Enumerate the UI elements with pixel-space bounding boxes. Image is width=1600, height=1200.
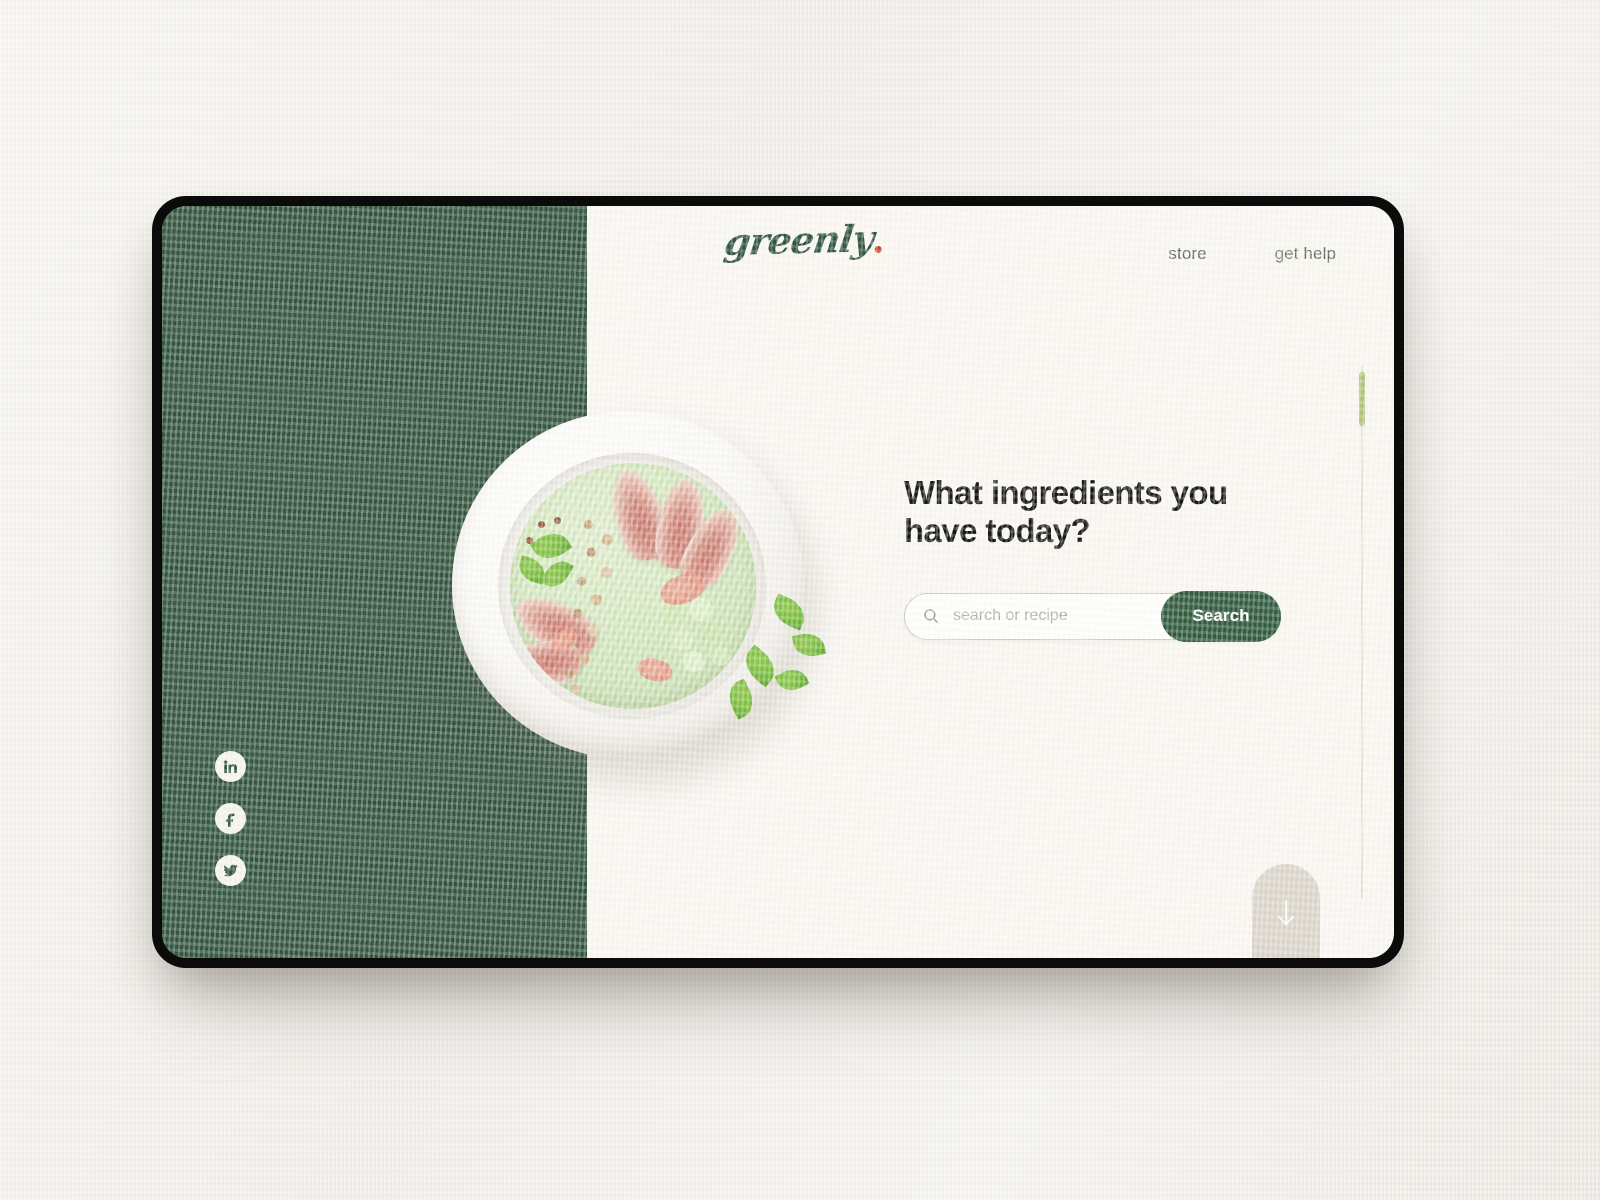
scrollbar-thumb[interactable] (1359, 372, 1365, 426)
cucumber-cubes (652, 589, 744, 683)
hero-content: What ingredients you have today? Search (904, 474, 1334, 642)
fruit-piece (547, 624, 581, 656)
facebook-icon (225, 813, 235, 827)
fig-slice (510, 637, 584, 691)
social-link-twitter[interactable] (215, 855, 246, 886)
arrow-down-icon (1277, 900, 1295, 926)
brand-logo-dot-icon (874, 245, 882, 254)
search-icon (924, 609, 939, 624)
seed-speck (538, 521, 545, 528)
linkedin-icon (223, 760, 237, 773)
nav-item-get-help[interactable]: get help (1275, 244, 1336, 264)
page-title: What ingredients you have today? (904, 474, 1228, 550)
brand-logo-text: greenly (721, 216, 877, 265)
fig-slice (510, 585, 604, 667)
seed-speck (526, 537, 533, 544)
fig-slice (651, 476, 711, 572)
seed-speck (554, 517, 561, 524)
search-input[interactable] (953, 607, 1163, 626)
social-links (215, 751, 246, 886)
scrollbar-track[interactable] (1359, 366, 1365, 898)
browser-screen: greenly store get help What ingredients … (162, 206, 1394, 958)
search-button[interactable]: Search (1161, 590, 1281, 642)
site-header: greenly store get help (162, 206, 1394, 302)
twitter-icon (223, 864, 238, 877)
scroll-down-button[interactable] (1252, 864, 1320, 958)
fruit-piece (635, 655, 675, 685)
nav-item-store[interactable]: store (1168, 244, 1206, 264)
main-nav: store get help (1168, 244, 1336, 264)
device-frame: greenly store get help What ingredients … (152, 196, 1404, 968)
fig-slice (672, 499, 752, 595)
hero-food-image (442, 401, 832, 791)
fig-slice (601, 463, 677, 567)
social-link-facebook[interactable] (215, 803, 246, 834)
social-link-linkedin[interactable] (215, 751, 246, 782)
fruit-piece (656, 567, 710, 611)
search-bar: Search (904, 590, 1281, 642)
brand-logo[interactable]: greenly (722, 216, 886, 264)
